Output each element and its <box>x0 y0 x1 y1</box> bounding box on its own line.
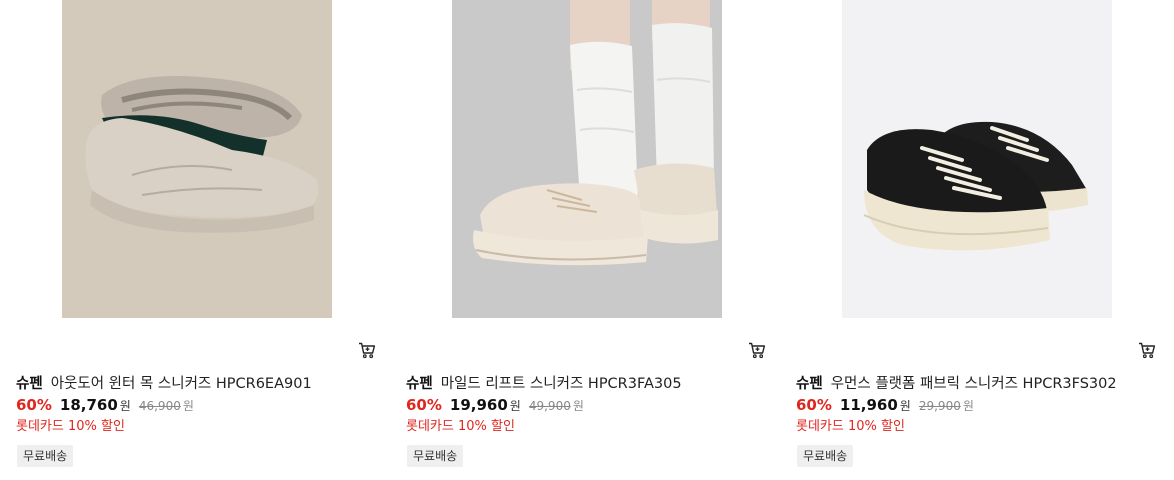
product-image-beige-sneaker <box>62 0 332 318</box>
price-row: 60% 19,960 원 49,900 원 <box>406 396 584 414</box>
add-to-cart-button[interactable] <box>746 340 768 360</box>
sale-price: 19,960 <box>449 396 508 414</box>
product-brand: 슈펜 <box>796 376 823 392</box>
product-name: 마일드 리프트 스니커즈 HPCR3FA305 <box>440 376 682 392</box>
original-price: 49,900 <box>528 399 571 413</box>
product-title[interactable]: 슈펜 우먼스 플랫폼 패브릭 스니커즈 HPCR3FS302 <box>796 372 1117 393</box>
card-discount-promo: 롯데카드 10% 할인 <box>406 419 515 434</box>
original-currency-unit: 원 <box>572 399 584 413</box>
discount-rate: 60% <box>406 396 442 414</box>
price-row: 60% 18,760 원 46,900 원 <box>16 396 194 414</box>
free-shipping-badge: 무료배송 <box>407 445 464 467</box>
product-card[interactable]: 슈펜 아웃도어 윈터 목 스니커즈 HPCR6EA901 60% 18,760 원… <box>16 0 386 480</box>
product-name: 우먼스 플랫폼 패브릭 스니커즈 HPCR3FS302 <box>830 376 1117 392</box>
product-image-cream-sneaker <box>452 0 722 318</box>
add-to-cart-button[interactable] <box>1136 340 1158 360</box>
product-name: 아웃도어 윈터 목 스니커즈 HPCR6EA901 <box>50 376 312 392</box>
card-discount-promo: 롯데카드 10% 할인 <box>796 419 905 434</box>
product-card[interactable]: 슈펜 마일드 리프트 스니커즈 HPCR3FA305 60% 19,960 원 4… <box>406 0 776 480</box>
product-brand: 슈펜 <box>406 376 433 392</box>
product-title[interactable]: 슈펜 마일드 리프트 스니커즈 HPCR3FA305 <box>406 372 682 393</box>
product-card[interactable]: 슈펜 우먼스 플랫폼 패브릭 스니커즈 HPCR3FS302 60% 11,960… <box>796 0 1166 480</box>
currency-unit: 원 <box>509 399 521 413</box>
product-title[interactable]: 슈펜 아웃도어 윈터 목 스니커즈 HPCR6EA901 <box>16 372 312 393</box>
cart-icon <box>749 342 766 358</box>
product-image[interactable] <box>62 0 332 318</box>
sale-price: 11,960 <box>839 396 898 414</box>
original-currency-unit: 원 <box>962 399 974 413</box>
discount-rate: 60% <box>796 396 832 414</box>
product-brand: 슈펜 <box>16 376 43 392</box>
cart-icon <box>1139 342 1156 358</box>
card-discount-promo: 롯데카드 10% 할인 <box>16 419 125 434</box>
product-image-black-sneaker <box>842 0 1112 318</box>
original-price: 29,900 <box>918 399 961 413</box>
product-image[interactable] <box>452 0 722 318</box>
free-shipping-badge: 무료배송 <box>797 445 854 467</box>
currency-unit: 원 <box>899 399 911 413</box>
discount-rate: 60% <box>16 396 52 414</box>
currency-unit: 원 <box>119 399 131 413</box>
original-price: 46,900 <box>138 399 181 413</box>
free-shipping-badge: 무료배송 <box>17 445 74 467</box>
add-to-cart-button[interactable] <box>356 340 378 360</box>
cart-icon <box>359 342 376 358</box>
sale-price: 18,760 <box>59 396 118 414</box>
original-currency-unit: 원 <box>182 399 194 413</box>
price-row: 60% 11,960 원 29,900 원 <box>796 396 974 414</box>
product-image[interactable] <box>842 0 1112 318</box>
